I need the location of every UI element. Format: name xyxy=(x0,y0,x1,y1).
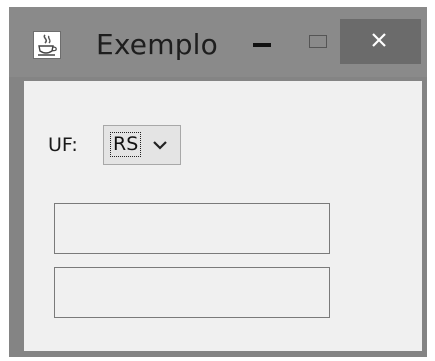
minimize-icon xyxy=(253,43,271,47)
title-bar[interactable]: Exemplo xyxy=(9,7,427,77)
window-title: Exemplo xyxy=(96,28,218,61)
maximize-icon xyxy=(309,35,327,48)
uf-combobox[interactable]: RS xyxy=(103,125,181,165)
java-coffee-icon[interactable] xyxy=(33,31,61,59)
close-icon xyxy=(372,33,386,47)
uf-selected-value: RS xyxy=(110,132,142,157)
text-field-2[interactable] xyxy=(54,267,330,318)
text-field-1[interactable] xyxy=(54,203,330,254)
maximize-button[interactable] xyxy=(299,23,343,61)
close-button[interactable] xyxy=(340,19,421,64)
uf-label: UF: xyxy=(48,134,78,156)
chevron-down-icon xyxy=(153,141,167,150)
minimize-button[interactable] xyxy=(241,23,285,61)
